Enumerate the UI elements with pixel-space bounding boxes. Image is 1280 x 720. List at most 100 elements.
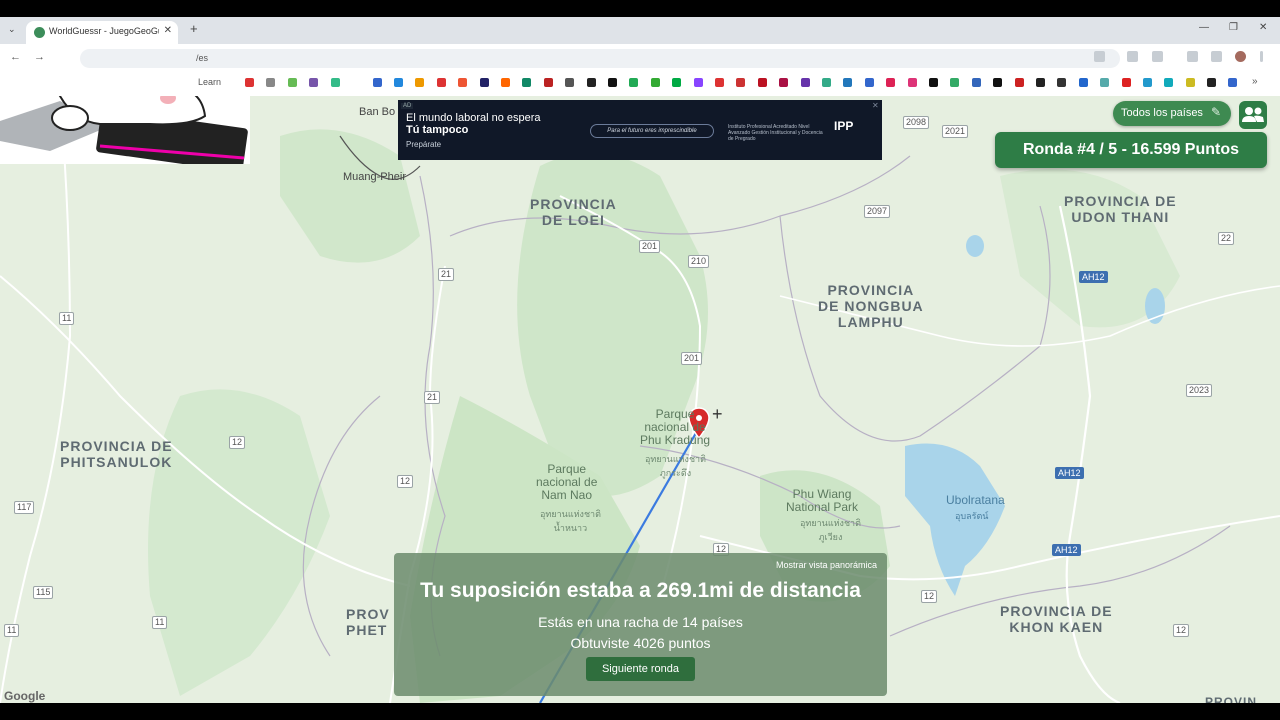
bookmark-icon[interactable] <box>1100 78 1109 87</box>
bookmarks-bar <box>0 72 1280 97</box>
province-label-phitsanulok: PROVINCIA DE PHITSANULOK <box>60 438 173 470</box>
media-icon[interactable] <box>1211 51 1222 62</box>
address-bar[interactable] <box>80 49 1120 68</box>
bookmark-icon[interactable] <box>929 78 938 87</box>
bookmark-icon[interactable] <box>415 78 424 87</box>
multiplayer-button[interactable] <box>1239 101 1267 129</box>
ad-tag: AD <box>401 103 414 109</box>
bookmark-icon[interactable] <box>544 78 553 87</box>
bookmark-icon[interactable] <box>651 78 660 87</box>
extensions-icon[interactable] <box>1152 51 1163 62</box>
route-shield: 2023 <box>1186 384 1213 397</box>
bookmark-icon[interactable] <box>1228 78 1237 87</box>
ad-close-icon[interactable]: ✕ <box>872 101 879 110</box>
bookmark-icon[interactable] <box>1207 78 1216 87</box>
bookmark-icon[interactable] <box>331 78 340 87</box>
bookmark-icon[interactable] <box>1015 78 1024 87</box>
park-label-phu-wiang: Phu Wiang National Park <box>786 487 859 514</box>
bookmark-icon[interactable] <box>1143 78 1152 87</box>
ad-org-text: Instituto Profesional Acreditado Nivel A… <box>728 124 823 142</box>
bookmark-icon[interactable] <box>288 78 297 87</box>
route-shield: 2097 <box>864 205 891 218</box>
maximize-button[interactable]: ❐ <box>1229 22 1238 33</box>
bookmark-icon[interactable] <box>993 78 1002 87</box>
next-round-button[interactable]: Siguiente ronda <box>586 657 695 681</box>
province-label-nongbua-lamphu: PROVINCIA DE NONGBUA LAMPHU <box>818 282 924 330</box>
browser-tab-worldguessr[interactable]: WorldGuessr - JuegoGeoGuessr ✕ <box>26 21 178 44</box>
country-filter-label: Todos los países <box>1121 107 1203 119</box>
park-thai-phu-wiang: อุทยานแห่งชาติ ภูเวียง <box>800 518 861 542</box>
route-shield: 21 <box>424 391 441 404</box>
ah-highway-shield: AH12 <box>1079 271 1108 283</box>
bookmark-icon[interactable] <box>822 78 831 87</box>
country-filter-button[interactable]: Todos los países ✎ <box>1113 101 1231 126</box>
forward-button[interactable]: → <box>34 51 45 63</box>
bookmark-icon[interactable] <box>908 78 917 87</box>
profile-avatar[interactable] <box>1235 51 1246 62</box>
show-panorama-link[interactable]: Mostrar vista panorámica <box>776 560 877 570</box>
route-shield: 12 <box>229 436 246 449</box>
bookmark-icon[interactable] <box>394 78 403 87</box>
bookmark-icon[interactable] <box>1079 78 1088 87</box>
ad-slogan: Para el futuro eres imprescindible <box>590 124 714 138</box>
back-button[interactable]: ← <box>10 51 21 63</box>
route-shield: 201 <box>639 240 661 253</box>
route-shield: 12 <box>397 475 414 488</box>
bookmark-folder-learn[interactable]: Learn <box>198 77 221 87</box>
bookmark-icon[interactable] <box>843 78 852 87</box>
province-label-udon-thani: PROVINCIA DE UDON THANI <box>1064 193 1177 225</box>
letterbox-top <box>0 0 1280 17</box>
bookmark-icon[interactable] <box>1164 78 1173 87</box>
ad-logo: IPP <box>834 119 854 133</box>
route-shield: 2021 <box>942 125 969 138</box>
town-label: Muang-Pheir <box>343 171 406 183</box>
minimize-button[interactable]: — <box>1199 22 1209 33</box>
park-thai-nam-nao: อุทยานแห่งชาติ น้ำหนาว <box>540 509 601 533</box>
bookmark-icon[interactable] <box>801 78 810 87</box>
new-tab-button[interactable]: + <box>190 21 198 36</box>
menu-kebab-icon[interactable] <box>1260 51 1263 62</box>
bookmark-icon[interactable] <box>1036 78 1045 87</box>
bookmark-icon[interactable] <box>950 78 959 87</box>
province-label-khon-kaen: PROVINCIA DE KHON KAEN <box>1000 603 1113 635</box>
bookmark-icon[interactable] <box>972 78 981 87</box>
close-window-button[interactable]: ✕ <box>1259 22 1267 33</box>
ad-headline: El mundo laboral no espera <box>406 112 541 124</box>
bookmark-icon[interactable] <box>373 78 382 87</box>
bookmark-pin-icon[interactable] <box>245 78 254 87</box>
water-label-ubolratana: Ubolratana <box>946 493 1005 507</box>
bookmark-icon[interactable] <box>1057 78 1066 87</box>
bookmark-icon[interactable] <box>629 78 638 87</box>
bookmark-icon[interactable] <box>437 78 446 87</box>
route-shield: 22 <box>1218 232 1235 245</box>
tab-list-button[interactable]: ⌄ <box>8 24 16 35</box>
bookmark-icon[interactable] <box>779 78 788 87</box>
bookmark-icon[interactable] <box>694 78 703 87</box>
crosshair-cursor-icon: + <box>712 404 723 424</box>
bookmark-icon[interactable] <box>865 78 874 87</box>
bookmark-icon[interactable] <box>522 78 531 87</box>
bookmark-icon[interactable] <box>501 78 510 87</box>
bookmark-icon[interactable] <box>565 78 574 87</box>
camera-icon[interactable] <box>1127 51 1138 62</box>
bookmark-icon[interactable] <box>480 78 489 87</box>
tab-title: WorldGuessr - JuegoGeoGuessr <box>49 26 159 36</box>
bookmarks-more-button[interactable]: » <box>1252 76 1258 87</box>
ah-highway-shield: AH12 <box>1052 544 1081 556</box>
bookmark-icon[interactable] <box>587 78 596 87</box>
bookmark-icon[interactable] <box>1186 78 1195 87</box>
bookmark-icon[interactable] <box>458 78 467 87</box>
bookmark-icon[interactable] <box>672 78 681 87</box>
bookmark-icon[interactable] <box>266 78 275 87</box>
bookmark-icon[interactable] <box>1122 78 1131 87</box>
bookmark-icon[interactable] <box>608 78 617 87</box>
bookmark-icon[interactable] <box>736 78 745 87</box>
water-thai-ubolratana: อุบลรัตน์ <box>955 511 989 521</box>
bookmark-star-icon[interactable] <box>1094 51 1105 62</box>
tab-close-icon[interactable]: ✕ <box>164 25 172 36</box>
download-icon[interactable] <box>1187 51 1198 62</box>
bookmark-icon[interactable] <box>758 78 767 87</box>
bookmark-icon[interactable] <box>309 78 318 87</box>
bookmark-icon[interactable] <box>715 78 724 87</box>
bookmark-icon[interactable] <box>886 78 895 87</box>
